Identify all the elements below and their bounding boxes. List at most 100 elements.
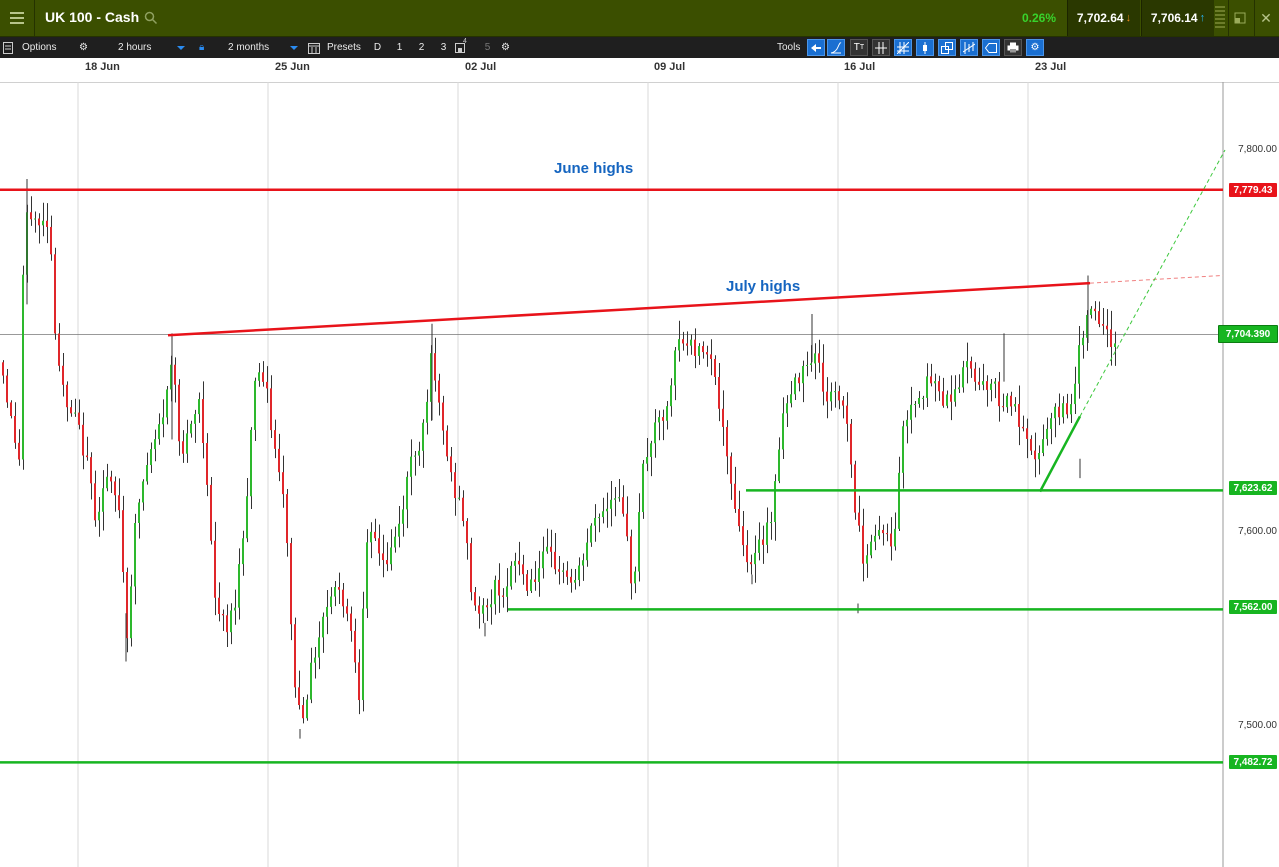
candle-body: [642, 463, 644, 513]
candle-body: [18, 442, 20, 460]
candle-body: [222, 613, 224, 616]
candle-body: [342, 589, 344, 607]
candle-body: [934, 381, 936, 384]
july-highs-annotation[interactable]: July highs: [726, 278, 800, 295]
candle-body: [1006, 395, 1008, 408]
candle-body: [274, 430, 276, 449]
range-select[interactable]: 2 months: [228, 37, 299, 58]
candle-body: [258, 372, 260, 381]
preset-d[interactable]: D: [370, 40, 385, 55]
candle-body: [762, 539, 764, 545]
tool-settings-gear-icon[interactable]: ⚙: [1026, 39, 1044, 56]
candle-body: [250, 429, 252, 497]
search-icon[interactable]: [144, 11, 158, 25]
candle-body: [598, 517, 600, 519]
candle-body: [338, 587, 340, 590]
layers-tool-icon[interactable]: [938, 39, 956, 56]
candle-body: [634, 571, 636, 584]
candle-body: [270, 388, 272, 431]
candle-body: [834, 391, 836, 393]
buy-price-button[interactable]: 7,706.14 ↑: [1141, 0, 1214, 36]
lock-icon[interactable]: 🔒︎: [199, 37, 204, 58]
interval-select[interactable]: 2 hours: [118, 37, 186, 58]
candle-body: [958, 387, 960, 390]
preset-5[interactable]: 5: [480, 40, 495, 55]
buy-price: 7,706.14: [1150, 11, 1198, 25]
candle-body: [138, 502, 140, 523]
candle-body: [982, 381, 984, 385]
hamburger-menu-icon[interactable]: [0, 0, 35, 36]
candle-body: [646, 456, 648, 464]
options-icon[interactable]: [3, 37, 13, 58]
candle-body: [1054, 406, 1056, 419]
candle-body: [606, 508, 608, 512]
candle-body: [1050, 418, 1052, 429]
presets-label: Presets: [327, 42, 361, 53]
grid-tool-icon[interactable]: [894, 39, 912, 56]
candle-body: [70, 407, 72, 414]
candle-body: [510, 565, 512, 587]
candle-body: [54, 254, 56, 334]
candle-body: [830, 391, 832, 402]
crosshair-tool-icon[interactable]: [872, 39, 890, 56]
preset-settings-gear-icon[interactable]: ⚙: [501, 37, 510, 58]
indicator-tool-icon[interactable]: [960, 39, 978, 56]
candle-body: [722, 408, 724, 427]
candle-body: [1070, 404, 1072, 415]
drag-handle[interactable]: [1215, 6, 1225, 30]
candle-body: [602, 511, 604, 518]
candle-body: [670, 385, 672, 407]
candle-body: [962, 367, 964, 388]
july-highs-trendline: [167, 281, 1091, 337]
price-chart[interactable]: [0, 82, 1279, 867]
candle-body: [186, 433, 188, 454]
sell-price-button[interactable]: 7,702.64 ↓: [1067, 0, 1140, 36]
candle-body: [142, 481, 144, 503]
candle-body: [758, 539, 760, 553]
candle-body: [434, 353, 436, 381]
back-arrow-tool-icon[interactable]: [807, 39, 825, 56]
candle-body: [74, 412, 76, 414]
calendar-icon[interactable]: [308, 37, 320, 58]
candle-body: [1090, 308, 1092, 315]
candle-body: [502, 595, 504, 597]
candle-body: [914, 404, 916, 406]
candle-body: [866, 555, 868, 564]
candle-body: [210, 484, 212, 541]
candle-body: [350, 613, 352, 631]
candle-body: [754, 552, 756, 565]
label-tool-icon[interactable]: [982, 39, 1000, 56]
sell-price: 7,702.64: [1076, 11, 1124, 25]
options-button[interactable]: Options: [22, 37, 56, 58]
candle-body: [538, 568, 540, 582]
settings-gear-icon[interactable]: ⚙: [79, 37, 88, 58]
candle-body: [266, 381, 268, 389]
candle-body: [710, 354, 712, 359]
close-icon[interactable]: ✕: [1254, 0, 1277, 36]
candle-body: [1078, 345, 1080, 384]
candle-body: [310, 662, 312, 700]
candle-body: [814, 353, 816, 364]
candle-body: [174, 364, 176, 385]
text-tool-icon[interactable]: TT: [850, 39, 868, 56]
candle-body: [6, 375, 8, 403]
candle-body: [906, 419, 908, 427]
candle-body: [854, 464, 856, 513]
june-highs-annotation[interactable]: June highs: [554, 160, 633, 177]
curve-tool-icon[interactable]: [827, 39, 845, 56]
candle-body: [110, 476, 112, 482]
preset-1[interactable]: 1: [392, 40, 407, 55]
preset-2[interactable]: 2: [414, 40, 429, 55]
popout-icon[interactable]: [1228, 0, 1251, 36]
candle-tool-icon[interactable]: [916, 39, 934, 56]
candle-body: [230, 610, 232, 633]
preset-3[interactable]: 3: [436, 40, 451, 55]
candle-body: [322, 616, 324, 638]
candle-body: [118, 495, 120, 511]
candle-body: [806, 364, 808, 367]
candle-body: [658, 417, 660, 423]
print-icon[interactable]: [1004, 39, 1022, 56]
tools-label: Tools: [777, 42, 801, 53]
candle-body: [458, 497, 460, 499]
candle-body: [386, 560, 388, 565]
